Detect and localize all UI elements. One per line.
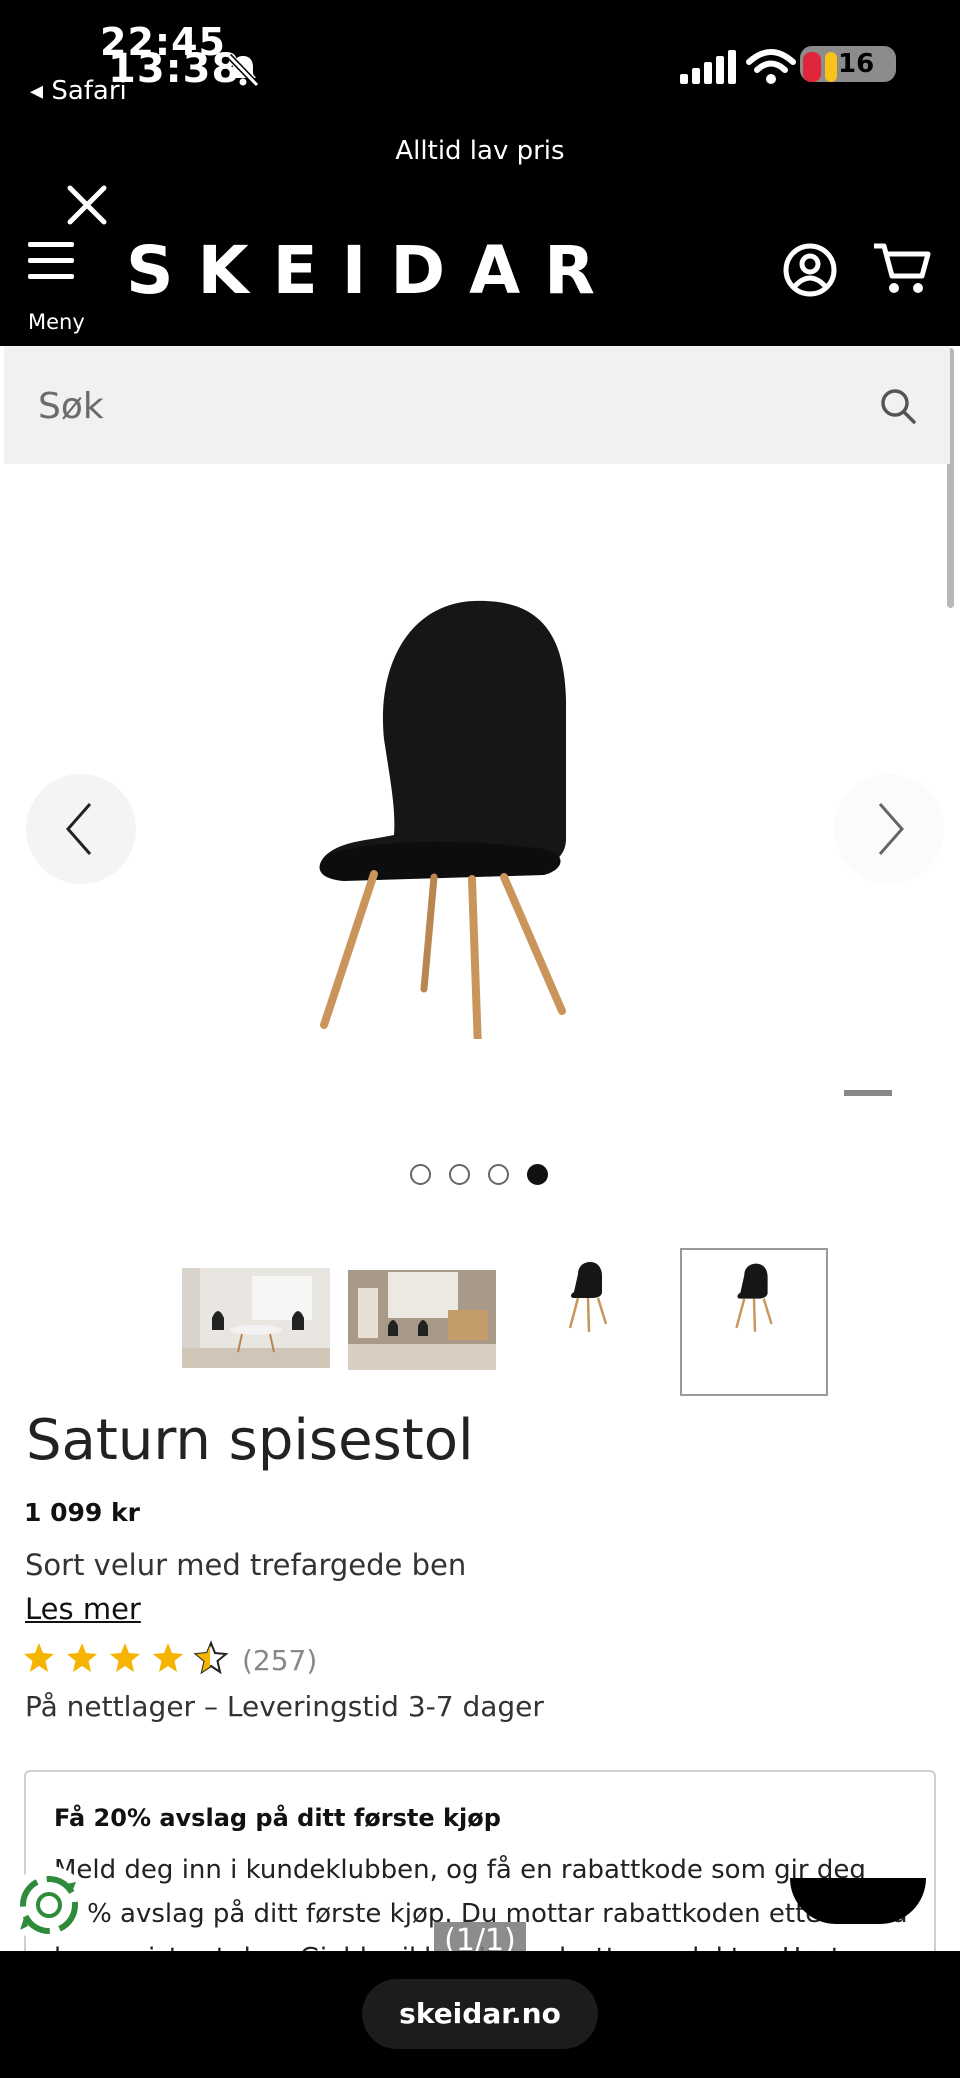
account-icon[interactable] [782, 242, 838, 298]
status-bar: 22:45 13:38 ◂ Safari 16 [0, 0, 960, 130]
search-icon[interactable] [878, 386, 918, 426]
thumbnail-3[interactable] [514, 1248, 662, 1396]
product-title: Saturn spisestol [26, 1408, 474, 1473]
safari-bottom-bar: skeidar.no [0, 1951, 960, 2078]
rating-count[interactable]: (257) [242, 1644, 317, 1677]
skeidar-logo[interactable]: SKEIDAR [126, 232, 619, 309]
url-bar[interactable]: skeidar.no [362, 1979, 598, 2049]
product-rating[interactable]: (257) [24, 1640, 317, 1680]
promo-banner-text: Alltid lav pris [395, 136, 565, 166]
search-bar [4, 346, 950, 464]
gallery-dot-3[interactable] [488, 1164, 509, 1185]
wifi-icon [746, 49, 796, 84]
menu-button[interactable]: Meny [26, 238, 90, 338]
signal-bars-icon [680, 50, 736, 84]
recycle-badge[interactable] [10, 1866, 88, 1944]
room-scene-thumbnail [182, 1268, 330, 1368]
close-icon[interactable] [62, 180, 112, 230]
bell-slash-icon [226, 53, 260, 88]
product-main-image [319, 600, 566, 1039]
chevron-left-icon [66, 803, 92, 855]
thumbnail-strip [180, 1248, 840, 1398]
search-input[interactable] [38, 378, 838, 434]
back-to-safari-link[interactable]: ◂ Safari [30, 76, 127, 106]
mic-indicator [825, 52, 837, 82]
gallery-dot-2[interactable] [449, 1164, 470, 1185]
gallery-pagination [410, 1164, 570, 1188]
thumbnail-1[interactable] [182, 1248, 330, 1396]
gallery-prev-button[interactable] [26, 774, 136, 884]
recycle-icon [20, 1876, 78, 1934]
battery-level: 16 [838, 49, 875, 79]
gallery-dot-4[interactable] [527, 1164, 548, 1185]
product-page: Saturn spisestol 1 099 kr Sort velur med… [0, 346, 960, 1951]
chair-thumbnail [735, 1263, 773, 1332]
star-rating-icon [24, 1642, 227, 1673]
thumbnail-2[interactable] [348, 1248, 496, 1396]
thumbnail-4[interactable] [680, 1248, 828, 1396]
read-more-link[interactable]: Les mer [25, 1592, 141, 1626]
cart-icon[interactable] [872, 240, 932, 296]
chair-thumbnail [568, 1262, 608, 1333]
status-time: 13:38 [108, 46, 241, 92]
menu-label: Meny [28, 310, 85, 334]
room-scene-thumbnail [348, 1270, 496, 1370]
chevron-right-icon [878, 803, 904, 855]
product-subtitle: Sort velur med trefargede ben [25, 1548, 467, 1582]
zoom-indicator [844, 1090, 892, 1096]
site-header: Alltid lav pris Meny SKEIDAR [0, 130, 960, 346]
product-price: 1 099 kr [24, 1498, 140, 1527]
stock-status: På nettlager – Leveringstid 3-7 dager [25, 1690, 544, 1723]
hamburger-menu-icon [28, 242, 74, 279]
gallery-dot-1[interactable] [410, 1164, 431, 1185]
gallery-next-button[interactable] [834, 774, 944, 884]
club-promo-title: Få 20% avslag på ditt første kjøp [54, 1804, 501, 1832]
recording-indicator [803, 52, 821, 82]
product-gallery[interactable] [4, 464, 950, 1224]
